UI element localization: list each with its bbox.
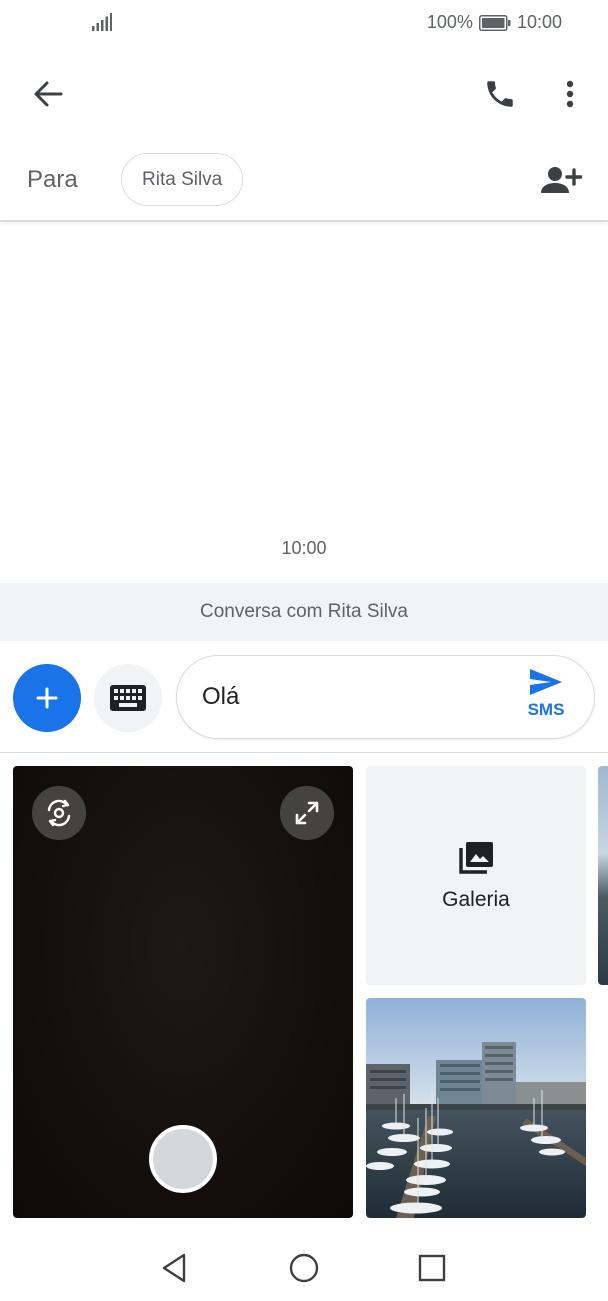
send-button[interactable]: SMS xyxy=(518,668,574,728)
battery-percent: 100% xyxy=(426,12,473,32)
phone-icon xyxy=(487,81,513,107)
expand-icon xyxy=(295,801,319,825)
recipient-row: Para Rita Silva xyxy=(0,146,608,222)
message-timestamp: 10:00 xyxy=(281,538,327,558)
attach-button[interactable] xyxy=(13,664,81,732)
add-person-icon xyxy=(541,167,582,193)
gallery-icon xyxy=(459,841,493,874)
status-bar: 100% 10:00 xyxy=(0,0,608,46)
switch-camera-button[interactable] xyxy=(32,786,86,840)
next-photo-thumbnail[interactable] xyxy=(598,766,608,985)
keyboard-button[interactable] xyxy=(94,664,162,732)
plus-icon xyxy=(36,687,58,709)
add-recipient-button[interactable] xyxy=(534,158,588,202)
compose-bar: Olá SMS xyxy=(0,641,608,753)
recipient-chip[interactable]: Rita Silva xyxy=(121,153,244,206)
more-options-button[interactable] xyxy=(548,70,592,118)
message-input[interactable]: Olá SMS xyxy=(176,655,595,739)
battery-icon xyxy=(478,14,511,31)
nav-recents-button[interactable] xyxy=(410,1246,454,1290)
marina-photo xyxy=(366,998,586,1218)
camera-preview[interactable] xyxy=(13,766,353,1218)
nav-home-button[interactable] xyxy=(282,1246,326,1290)
nav-back-icon xyxy=(162,1253,186,1283)
more-vert-icon xyxy=(566,80,574,108)
expand-camera-button[interactable] xyxy=(280,786,334,840)
keyboard-icon xyxy=(110,685,146,711)
back-arrow-icon xyxy=(34,81,63,107)
to-label: Para xyxy=(27,166,78,193)
call-button[interactable] xyxy=(474,70,526,118)
app-bar xyxy=(0,58,608,130)
gallery-label: Galeria xyxy=(442,887,510,911)
send-icon xyxy=(530,669,562,695)
conversation-info: Conversa com Rita Silva xyxy=(0,583,608,641)
back-button[interactable] xyxy=(20,72,76,116)
system-nav-bar xyxy=(0,1232,608,1301)
send-label: SMS xyxy=(527,700,565,719)
message-text: Olá xyxy=(202,683,240,710)
clock: 10:00 xyxy=(516,12,562,32)
nav-recents-icon xyxy=(418,1254,446,1282)
nav-home-icon xyxy=(289,1253,319,1283)
shutter-button[interactable] xyxy=(149,1125,217,1193)
switch-camera-icon xyxy=(47,799,71,827)
recipient-chip-name: Rita Silva xyxy=(142,168,223,190)
signal-icon xyxy=(92,13,112,31)
nav-back-button[interactable] xyxy=(152,1246,196,1290)
recent-photo-thumbnail[interactable] xyxy=(366,998,586,1218)
gallery-button[interactable]: Galeria xyxy=(366,766,586,985)
